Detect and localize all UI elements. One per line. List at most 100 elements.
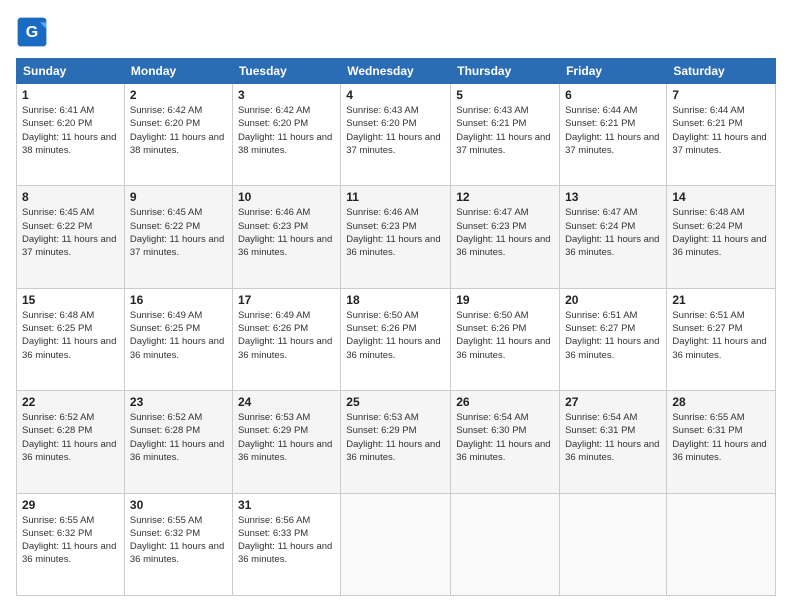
day-detail: Sunrise: 6:48 AM Sunset: 6:25 PM Dayligh…	[22, 309, 119, 362]
calendar-cell: 16 Sunrise: 6:49 AM Sunset: 6:25 PM Dayl…	[124, 288, 232, 390]
day-number: 15	[22, 293, 119, 307]
weekday-header-tuesday: Tuesday	[232, 59, 340, 84]
day-number: 27	[565, 395, 661, 409]
calendar-cell: 5 Sunrise: 6:43 AM Sunset: 6:21 PM Dayli…	[451, 84, 560, 186]
day-number: 24	[238, 395, 335, 409]
day-detail: Sunrise: 6:43 AM Sunset: 6:21 PM Dayligh…	[456, 104, 554, 157]
day-detail: Sunrise: 6:49 AM Sunset: 6:25 PM Dayligh…	[130, 309, 227, 362]
day-detail: Sunrise: 6:50 AM Sunset: 6:26 PM Dayligh…	[346, 309, 445, 362]
day-detail: Sunrise: 6:42 AM Sunset: 6:20 PM Dayligh…	[238, 104, 335, 157]
day-number: 2	[130, 88, 227, 102]
day-detail: Sunrise: 6:53 AM Sunset: 6:29 PM Dayligh…	[346, 411, 445, 464]
day-number: 19	[456, 293, 554, 307]
logo: G	[16, 16, 52, 48]
day-number: 10	[238, 190, 335, 204]
calendar-cell: 27 Sunrise: 6:54 AM Sunset: 6:31 PM Dayl…	[560, 391, 667, 493]
svg-text:G: G	[26, 24, 38, 41]
calendar-cell: 12 Sunrise: 6:47 AM Sunset: 6:23 PM Dayl…	[451, 186, 560, 288]
calendar-cell: 19 Sunrise: 6:50 AM Sunset: 6:26 PM Dayl…	[451, 288, 560, 390]
day-number: 21	[672, 293, 770, 307]
calendar-cell: 4 Sunrise: 6:43 AM Sunset: 6:20 PM Dayli…	[341, 84, 451, 186]
day-number: 25	[346, 395, 445, 409]
day-detail: Sunrise: 6:44 AM Sunset: 6:21 PM Dayligh…	[565, 104, 661, 157]
weekday-header-thursday: Thursday	[451, 59, 560, 84]
calendar-cell: 8 Sunrise: 6:45 AM Sunset: 6:22 PM Dayli…	[17, 186, 125, 288]
day-detail: Sunrise: 6:55 AM Sunset: 6:31 PM Dayligh…	[672, 411, 770, 464]
day-detail: Sunrise: 6:52 AM Sunset: 6:28 PM Dayligh…	[22, 411, 119, 464]
day-number: 16	[130, 293, 227, 307]
calendar-cell	[341, 493, 451, 595]
weekday-header-sunday: Sunday	[17, 59, 125, 84]
day-number: 1	[22, 88, 119, 102]
day-detail: Sunrise: 6:47 AM Sunset: 6:24 PM Dayligh…	[565, 206, 661, 259]
day-number: 18	[346, 293, 445, 307]
calendar-header-row: SundayMondayTuesdayWednesdayThursdayFrid…	[17, 59, 776, 84]
day-detail: Sunrise: 6:56 AM Sunset: 6:33 PM Dayligh…	[238, 514, 335, 567]
calendar-cell	[451, 493, 560, 595]
day-detail: Sunrise: 6:42 AM Sunset: 6:20 PM Dayligh…	[130, 104, 227, 157]
day-number: 11	[346, 190, 445, 204]
calendar-cell: 29 Sunrise: 6:55 AM Sunset: 6:32 PM Dayl…	[17, 493, 125, 595]
calendar-cell: 1 Sunrise: 6:41 AM Sunset: 6:20 PM Dayli…	[17, 84, 125, 186]
day-detail: Sunrise: 6:50 AM Sunset: 6:26 PM Dayligh…	[456, 309, 554, 362]
calendar-week-3: 15 Sunrise: 6:48 AM Sunset: 6:25 PM Dayl…	[17, 288, 776, 390]
day-number: 9	[130, 190, 227, 204]
calendar-cell: 17 Sunrise: 6:49 AM Sunset: 6:26 PM Dayl…	[232, 288, 340, 390]
calendar-week-5: 29 Sunrise: 6:55 AM Sunset: 6:32 PM Dayl…	[17, 493, 776, 595]
day-detail: Sunrise: 6:45 AM Sunset: 6:22 PM Dayligh…	[130, 206, 227, 259]
calendar-cell: 24 Sunrise: 6:53 AM Sunset: 6:29 PM Dayl…	[232, 391, 340, 493]
calendar-week-2: 8 Sunrise: 6:45 AM Sunset: 6:22 PM Dayli…	[17, 186, 776, 288]
calendar-cell: 10 Sunrise: 6:46 AM Sunset: 6:23 PM Dayl…	[232, 186, 340, 288]
weekday-header-wednesday: Wednesday	[341, 59, 451, 84]
calendar-cell: 6 Sunrise: 6:44 AM Sunset: 6:21 PM Dayli…	[560, 84, 667, 186]
calendar-cell: 11 Sunrise: 6:46 AM Sunset: 6:23 PM Dayl…	[341, 186, 451, 288]
calendar-cell: 2 Sunrise: 6:42 AM Sunset: 6:20 PM Dayli…	[124, 84, 232, 186]
day-number: 31	[238, 498, 335, 512]
day-number: 22	[22, 395, 119, 409]
logo-icon: G	[16, 16, 48, 48]
day-detail: Sunrise: 6:44 AM Sunset: 6:21 PM Dayligh…	[672, 104, 770, 157]
day-detail: Sunrise: 6:54 AM Sunset: 6:30 PM Dayligh…	[456, 411, 554, 464]
day-detail: Sunrise: 6:53 AM Sunset: 6:29 PM Dayligh…	[238, 411, 335, 464]
calendar-cell: 14 Sunrise: 6:48 AM Sunset: 6:24 PM Dayl…	[667, 186, 776, 288]
day-detail: Sunrise: 6:46 AM Sunset: 6:23 PM Dayligh…	[238, 206, 335, 259]
calendar-cell: 23 Sunrise: 6:52 AM Sunset: 6:28 PM Dayl…	[124, 391, 232, 493]
day-detail: Sunrise: 6:54 AM Sunset: 6:31 PM Dayligh…	[565, 411, 661, 464]
calendar-cell: 28 Sunrise: 6:55 AM Sunset: 6:31 PM Dayl…	[667, 391, 776, 493]
calendar-cell: 9 Sunrise: 6:45 AM Sunset: 6:22 PM Dayli…	[124, 186, 232, 288]
calendar-week-4: 22 Sunrise: 6:52 AM Sunset: 6:28 PM Dayl…	[17, 391, 776, 493]
day-number: 17	[238, 293, 335, 307]
day-number: 5	[456, 88, 554, 102]
day-number: 12	[456, 190, 554, 204]
calendar-cell: 15 Sunrise: 6:48 AM Sunset: 6:25 PM Dayl…	[17, 288, 125, 390]
weekday-header-monday: Monday	[124, 59, 232, 84]
day-number: 29	[22, 498, 119, 512]
day-detail: Sunrise: 6:51 AM Sunset: 6:27 PM Dayligh…	[565, 309, 661, 362]
day-detail: Sunrise: 6:41 AM Sunset: 6:20 PM Dayligh…	[22, 104, 119, 157]
day-number: 28	[672, 395, 770, 409]
calendar-cell	[667, 493, 776, 595]
day-detail: Sunrise: 6:45 AM Sunset: 6:22 PM Dayligh…	[22, 206, 119, 259]
calendar-table: SundayMondayTuesdayWednesdayThursdayFrid…	[16, 58, 776, 596]
calendar-cell: 20 Sunrise: 6:51 AM Sunset: 6:27 PM Dayl…	[560, 288, 667, 390]
calendar-cell	[560, 493, 667, 595]
calendar-cell: 7 Sunrise: 6:44 AM Sunset: 6:21 PM Dayli…	[667, 84, 776, 186]
weekday-header-saturday: Saturday	[667, 59, 776, 84]
day-number: 26	[456, 395, 554, 409]
day-detail: Sunrise: 6:55 AM Sunset: 6:32 PM Dayligh…	[22, 514, 119, 567]
weekday-header-friday: Friday	[560, 59, 667, 84]
day-detail: Sunrise: 6:55 AM Sunset: 6:32 PM Dayligh…	[130, 514, 227, 567]
day-detail: Sunrise: 6:52 AM Sunset: 6:28 PM Dayligh…	[130, 411, 227, 464]
day-number: 30	[130, 498, 227, 512]
day-number: 13	[565, 190, 661, 204]
calendar-cell: 25 Sunrise: 6:53 AM Sunset: 6:29 PM Dayl…	[341, 391, 451, 493]
day-detail: Sunrise: 6:46 AM Sunset: 6:23 PM Dayligh…	[346, 206, 445, 259]
calendar-cell: 21 Sunrise: 6:51 AM Sunset: 6:27 PM Dayl…	[667, 288, 776, 390]
calendar-cell: 13 Sunrise: 6:47 AM Sunset: 6:24 PM Dayl…	[560, 186, 667, 288]
calendar-cell: 26 Sunrise: 6:54 AM Sunset: 6:30 PM Dayl…	[451, 391, 560, 493]
day-number: 4	[346, 88, 445, 102]
day-detail: Sunrise: 6:49 AM Sunset: 6:26 PM Dayligh…	[238, 309, 335, 362]
calendar-cell: 3 Sunrise: 6:42 AM Sunset: 6:20 PM Dayli…	[232, 84, 340, 186]
day-detail: Sunrise: 6:47 AM Sunset: 6:23 PM Dayligh…	[456, 206, 554, 259]
day-detail: Sunrise: 6:48 AM Sunset: 6:24 PM Dayligh…	[672, 206, 770, 259]
